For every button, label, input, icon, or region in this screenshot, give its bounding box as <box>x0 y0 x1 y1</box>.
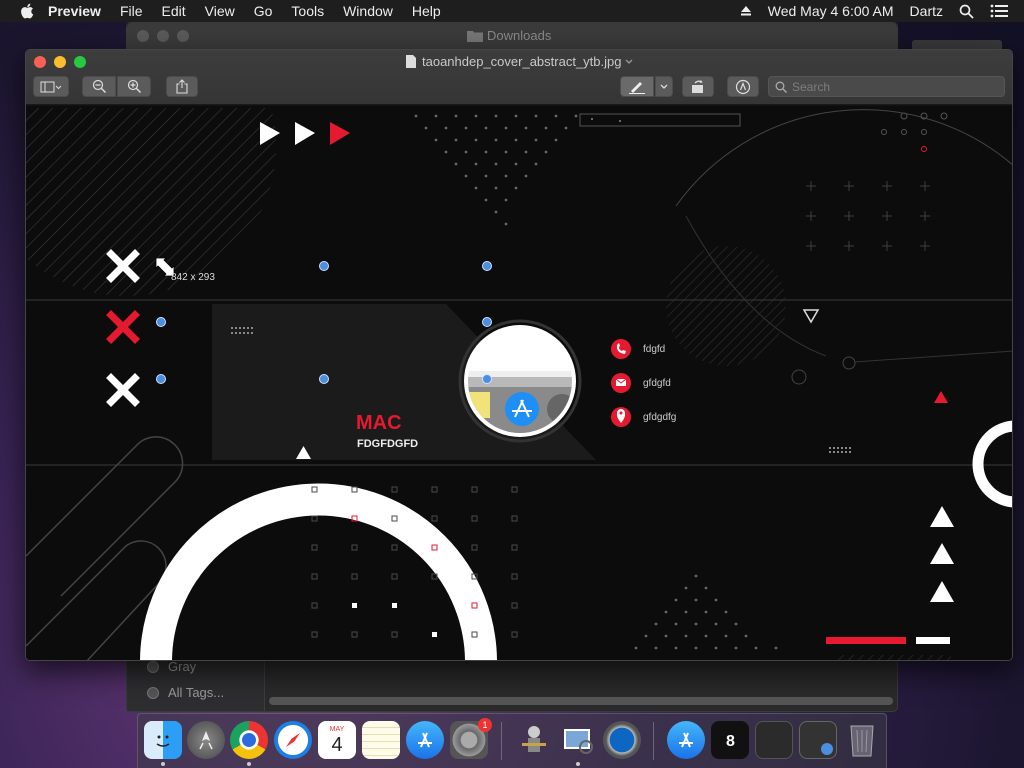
share-icon <box>176 79 188 94</box>
notification-badge: 1 <box>478 718 492 732</box>
dock-trash-icon[interactable] <box>843 721 881 759</box>
search-icon <box>775 81 787 93</box>
menu-app-name[interactable]: Preview <box>48 3 101 19</box>
finder-title: Downloads <box>467 28 551 43</box>
zoom-button[interactable] <box>74 56 86 68</box>
dock-screenshot-stack-icon[interactable] <box>755 721 793 759</box>
dock-documents-stack-icon[interactable] <box>799 721 837 759</box>
rotate-button[interactable] <box>682 76 714 97</box>
dock-terminal-icon[interactable]: 8 <box>711 721 749 759</box>
finder-minimize-button[interactable] <box>157 30 169 42</box>
menu-file[interactable]: File <box>120 3 143 19</box>
tag-dot-icon <box>147 660 159 673</box>
contact-email-text: gfdgfd <box>643 378 671 389</box>
eject-icon[interactable] <box>740 5 752 17</box>
running-indicator <box>247 762 251 766</box>
pen-icon <box>629 81 645 94</box>
menu-help[interactable]: Help <box>412 3 441 19</box>
menu-edit[interactable]: Edit <box>162 3 186 19</box>
running-indicator <box>576 762 580 766</box>
menu-user[interactable]: Dartz <box>910 3 943 19</box>
menu-window[interactable]: Window <box>343 3 393 19</box>
dock-app-store-icon[interactable] <box>406 721 444 759</box>
menu-bar: Preview File Edit View Go Tools Window H… <box>0 0 1024 22</box>
zoom-in-icon <box>127 79 141 94</box>
chevron-down-icon <box>626 59 633 64</box>
selection-size-label: 842 x 293 <box>171 272 215 283</box>
dock-app-store-downloads-icon[interactable] <box>667 721 705 759</box>
finder-close-button[interactable] <box>137 30 149 42</box>
cover-title: MAC <box>356 412 402 434</box>
markup-toolbar-button[interactable] <box>727 76 759 97</box>
zoom-out-button[interactable] <box>82 76 116 97</box>
markup-options-dropdown[interactable] <box>655 76 673 97</box>
spotlight-search-icon[interactable] <box>959 4 974 19</box>
notification-center-icon[interactable] <box>990 4 1008 18</box>
rotate-icon <box>692 80 703 93</box>
folder-icon <box>467 30 483 42</box>
running-indicator <box>161 762 165 766</box>
dock-finder-icon[interactable] <box>144 721 182 759</box>
sidebar-all-tags[interactable]: All Tags... <box>147 685 224 700</box>
dock: MAY 4 1 8 <box>137 713 887 768</box>
share-button[interactable] <box>166 76 198 97</box>
preview-toolbar: taoanhdep_cover_abstract_ytb.jpg <box>26 50 1012 105</box>
dock-preview-icon[interactable] <box>559 721 597 759</box>
contact-location-text: gfdgdfg <box>643 412 677 423</box>
zoom-in-button[interactable] <box>117 76 151 97</box>
menu-view[interactable]: View <box>205 3 235 19</box>
cover-subtitle: FDGFDGFD <box>357 438 419 450</box>
document-icon <box>406 55 416 68</box>
finder-titlebar: Downloads <box>127 23 897 49</box>
finder-horizontal-scrollbar[interactable] <box>269 697 893 705</box>
sidebar-tag-gray[interactable]: Gray <box>147 659 196 674</box>
dock-separator <box>653 722 654 760</box>
contact-phone-text: fdgfd <box>643 344 666 355</box>
minimize-button[interactable] <box>54 56 66 68</box>
menu-clock[interactable]: Wed May 4 6:00 AM <box>768 3 894 19</box>
zoom-out-icon <box>92 79 106 94</box>
dock-chrome-icon[interactable] <box>230 721 268 759</box>
svg-text:8: 8 <box>726 733 735 750</box>
dock-notes-icon[interactable] <box>362 721 400 759</box>
markup-pen-button[interactable] <box>620 76 654 97</box>
dock-launchpad-icon[interactable] <box>187 721 225 759</box>
finder-zoom-button[interactable] <box>177 30 189 42</box>
dock-separator <box>501 722 502 760</box>
image-canvas[interactable]: 842 x 293 MAC FDGFDGFD fdgfd gfdgfd gfdg… <box>26 106 1012 660</box>
apple-menu-icon[interactable] <box>20 3 34 19</box>
close-button[interactable] <box>34 56 46 68</box>
cover-image <box>26 106 1012 660</box>
dock-quicktime-icon[interactable] <box>603 721 641 759</box>
sidebar-icon <box>40 81 62 92</box>
dock-automator-icon[interactable] <box>515 721 553 759</box>
tag-dot-icon <box>147 686 159 699</box>
sidebar-toggle-button[interactable] <box>33 76 69 97</box>
chevron-down-icon <box>660 84 668 89</box>
markup-icon <box>735 79 751 94</box>
preview-window: taoanhdep_cover_abstract_ytb.jpg Search … <box>25 49 1013 661</box>
search-field[interactable] <box>768 76 1005 97</box>
search-input[interactable] <box>792 79 992 94</box>
window-title[interactable]: taoanhdep_cover_abstract_ytb.jpg <box>406 54 633 69</box>
menu-tools[interactable]: Tools <box>291 3 324 19</box>
menu-go[interactable]: Go <box>254 3 273 19</box>
dock-safari-icon[interactable] <box>274 721 312 759</box>
dock-calendar-icon[interactable]: MAY 4 <box>318 721 356 759</box>
